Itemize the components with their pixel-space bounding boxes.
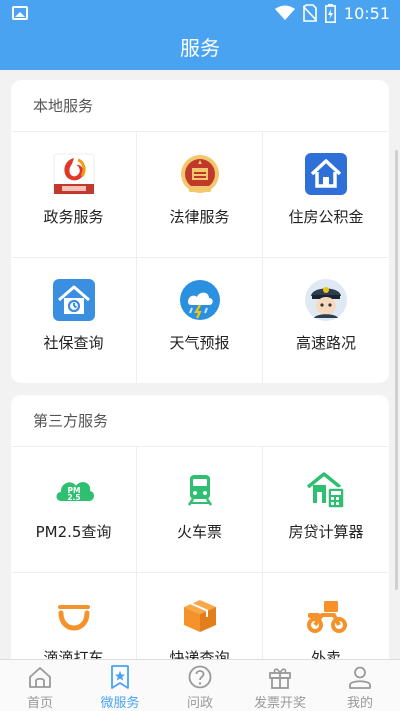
legal-emblem-icon xyxy=(178,152,222,196)
page-title: 服务 xyxy=(0,26,400,70)
delivery-scooter-icon xyxy=(304,593,348,637)
no-sim-icon xyxy=(302,4,317,22)
didi-icon xyxy=(52,593,96,637)
services-content[interactable]: 本地服务 政务服务 法律服务 住房公积金 社保查询 天气预报 高速路况 第三方服… xyxy=(0,70,400,659)
service-label: 天气预报 xyxy=(169,334,230,352)
section-title-third-party: 第三方服务 xyxy=(11,395,389,447)
bottom-tab-bar: 首页 微服务 问政 发票开奖 我的 xyxy=(0,659,400,711)
traffic-police-icon xyxy=(304,278,348,322)
status-icons: 10:51 xyxy=(274,3,390,23)
service-housing-fund[interactable]: 住房公积金 xyxy=(263,132,389,258)
mortgage-calculator-icon xyxy=(304,467,348,511)
government-affairs-icon xyxy=(52,152,96,196)
tab-mine[interactable]: 我的 xyxy=(320,660,400,711)
gift-icon xyxy=(269,668,291,689)
third-party-services-card: 第三方服务 PM 2.5 PM2.5查询 火车票 房贷计算器 滴滴打车 快递查询… xyxy=(11,395,389,659)
tab-label: 微服务 xyxy=(100,696,140,711)
pm25-cloud-icon: PM 2.5 xyxy=(52,467,96,511)
service-didi[interactable]: 滴滴打车 xyxy=(11,573,137,659)
third-party-services-grid: PM 2.5 PM2.5查询 火车票 房贷计算器 滴滴打车 快递查询 外卖 xyxy=(11,447,389,659)
tab-home[interactable]: 首页 xyxy=(0,660,80,711)
social-security-icon xyxy=(52,278,96,322)
service-label: 滴滴打车 xyxy=(43,649,104,659)
service-legal[interactable]: 法律服务 xyxy=(137,132,263,258)
tab-micro-services[interactable]: 微服务 xyxy=(80,660,160,711)
local-services-grid: 政务服务 法律服务 住房公积金 社保查询 天气预报 高速路况 xyxy=(11,132,389,383)
service-express-query[interactable]: 快递查询 xyxy=(137,573,263,659)
question-icon xyxy=(188,665,212,689)
status-time: 10:51 xyxy=(343,3,390,23)
section-title-local: 本地服务 xyxy=(11,80,389,132)
service-label: 政务服务 xyxy=(43,208,104,226)
tab-label: 问政 xyxy=(186,696,213,711)
service-mortgage-calculator[interactable]: 房贷计算器 xyxy=(263,447,389,573)
service-label: 社保查询 xyxy=(43,334,104,352)
local-services-card: 本地服务 政务服务 法律服务 住房公积金 社保查询 天气预报 高速路况 xyxy=(11,80,389,383)
service-train-ticket[interactable]: 火车票 xyxy=(137,447,263,573)
service-social-security[interactable]: 社保查询 xyxy=(11,258,137,383)
service-label: 快递查询 xyxy=(169,649,230,659)
home-icon xyxy=(29,667,51,688)
service-label: 高速路况 xyxy=(295,334,356,352)
service-label: 房贷计算器 xyxy=(288,523,364,541)
train-icon xyxy=(178,467,222,511)
wifi-icon xyxy=(274,5,295,20)
service-highway-traffic[interactable]: 高速路况 xyxy=(263,258,389,383)
battery-charging-icon xyxy=(324,3,336,23)
image-notification-icon xyxy=(12,6,28,20)
weather-icon xyxy=(178,278,222,322)
housing-fund-icon xyxy=(304,152,348,196)
scrollbar[interactable] xyxy=(395,150,398,590)
package-icon xyxy=(178,593,222,637)
service-pm25[interactable]: PM 2.5 PM2.5查询 xyxy=(11,447,137,573)
service-weather[interactable]: 天气预报 xyxy=(137,258,263,383)
tab-inquiry[interactable]: 问政 xyxy=(160,660,240,711)
star-bookmark-icon xyxy=(111,665,129,689)
service-label: PM2.5查询 xyxy=(35,523,112,541)
tab-label: 首页 xyxy=(26,696,53,711)
pm25-icon-text-2: 2.5 xyxy=(67,493,80,502)
service-government-affairs[interactable]: 政务服务 xyxy=(11,132,137,258)
service-label: 法律服务 xyxy=(169,208,230,226)
profile-icon xyxy=(349,666,371,689)
service-label: 住房公积金 xyxy=(288,208,364,226)
service-takeout[interactable]: 外卖 xyxy=(263,573,389,659)
tab-invoice-lottery[interactable]: 发票开奖 xyxy=(240,660,320,711)
tab-label: 发票开奖 xyxy=(253,696,306,711)
service-label: 外卖 xyxy=(310,649,341,659)
service-label: 火车票 xyxy=(176,523,222,541)
status-bar: 10:51 xyxy=(0,0,400,26)
tab-label: 我的 xyxy=(346,696,373,711)
